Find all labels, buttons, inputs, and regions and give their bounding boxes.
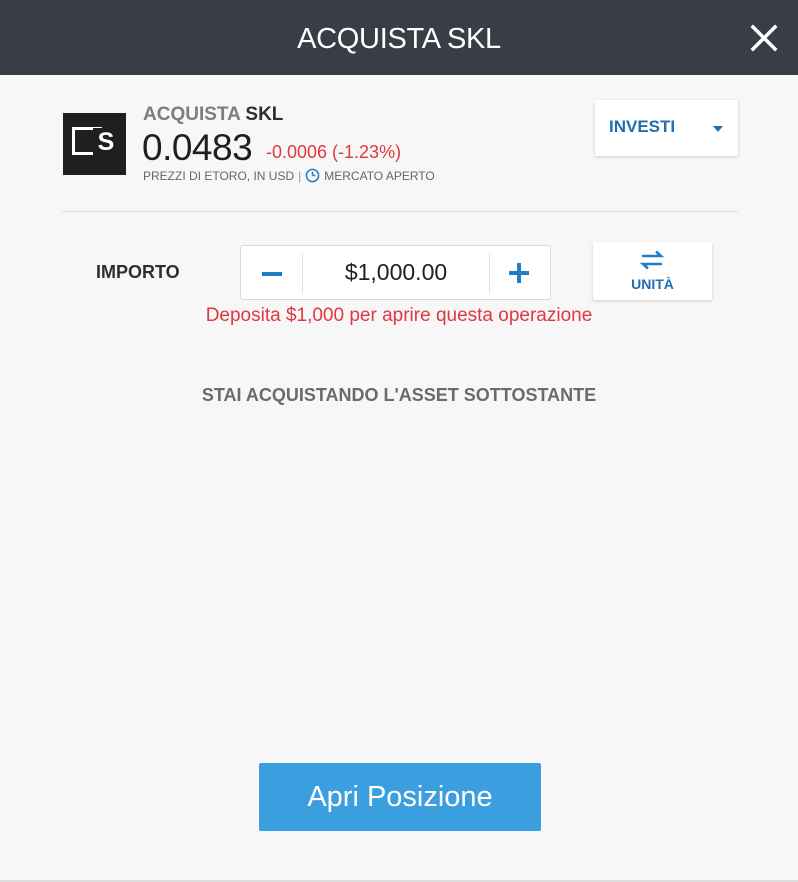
asset-logo: S [63, 113, 126, 175]
asset-price: 0.0483 [142, 127, 253, 168]
clock-icon [305, 168, 320, 183]
units-label: UNITÀ [631, 276, 674, 292]
price-source: PREZZI DI ETORO, IN USD [143, 168, 295, 183]
invest-dropdown[interactable]: INVESTI [595, 100, 738, 156]
increase-button[interactable] [490, 246, 551, 299]
underlying-asset-notice: STAI ACQUISTANDO L'ASSET SOTTOSTANTE [201, 385, 597, 405]
decrease-button[interactable] [241, 246, 302, 299]
deposit-warning: Deposita $1,000 per aprire questa operaz… [205, 305, 593, 326]
dialog-title: ACQUISTA SKL [297, 23, 501, 55]
units-toggle-button[interactable]: UNITÀ [593, 242, 712, 300]
meta-separator: | [298, 168, 302, 183]
open-position-button[interactable]: Apri Posizione [259, 763, 541, 831]
caret-down-icon [713, 126, 723, 132]
asset-title: ACQUISTA SKL [143, 104, 283, 126]
asset-action: ACQUISTA [143, 104, 241, 125]
asset-symbol: SKL [245, 104, 284, 125]
amount-stepper [240, 245, 551, 300]
minus-icon [262, 272, 282, 276]
close-icon[interactable] [748, 22, 780, 54]
market-status: MERCATO APERTO [324, 168, 435, 183]
logo-letter: S [93, 128, 119, 156]
header-divider [62, 211, 738, 212]
invest-dropdown-label: INVESTI [609, 117, 676, 136]
amount-label: IMPORTO [96, 262, 180, 282]
price-change: -0.0006 (-1.23%) [266, 142, 402, 162]
price-meta: PREZZI DI ETORO, IN USD | MERCATO APERTO [143, 168, 435, 183]
swap-arrows-icon [640, 250, 664, 270]
amount-input[interactable] [303, 246, 489, 299]
plus-icon-stem [517, 263, 521, 283]
close-button[interactable] [748, 22, 780, 54]
dialog-header: ACQUISTA SKL [0, 0, 798, 75]
